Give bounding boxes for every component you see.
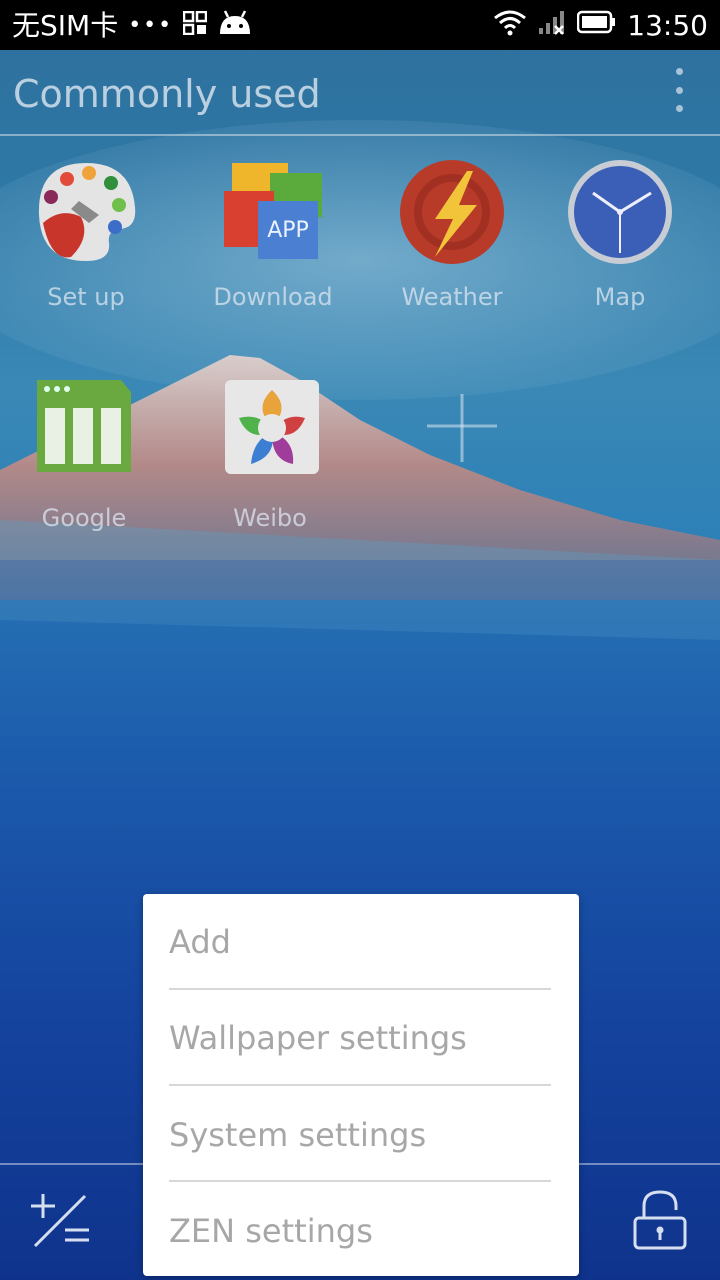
wifi-icon (493, 8, 527, 43)
app-weather[interactable]: Weather (362, 157, 542, 311)
app-store-icon: APP (218, 157, 328, 267)
menu-divider (169, 1180, 551, 1182)
android-icon (217, 8, 253, 43)
menu-item-zen-settings[interactable]: ZEN settings (169, 1183, 551, 1279)
green-grid-icon (29, 378, 139, 488)
battery-icon (577, 9, 617, 42)
app-map[interactable]: Map (530, 157, 710, 311)
menu-item-wallpaper-settings[interactable]: Wallpaper settings (169, 990, 551, 1086)
carrier-label: 无SIM卡 (12, 8, 119, 42)
app-weibo[interactable]: Weibo (180, 378, 360, 532)
clock-icon (565, 157, 675, 267)
unlock-icon[interactable] (632, 1188, 688, 1252)
palette-icon (31, 157, 141, 267)
signal-icon (537, 8, 567, 43)
status-bar: 无SIM卡 ••• 13:50 (0, 0, 720, 50)
app-download[interactable]: APP Download (183, 157, 363, 311)
flower-camera-icon (215, 378, 325, 488)
app-label: Set up (47, 283, 125, 311)
context-menu: Add Wallpaper settings System settings Z… (143, 894, 579, 1276)
clock-time: 13:50 (627, 8, 708, 42)
app-google[interactable]: Google (0, 378, 174, 532)
app-label: Weather (401, 283, 503, 311)
qr-code-icon (182, 9, 208, 42)
app-label: Map (594, 283, 646, 311)
status-left: 无SIM卡 ••• (12, 8, 253, 43)
app-icon-text: APP (267, 218, 309, 243)
header-divider (0, 134, 720, 136)
folder-title[interactable]: Commonly used (13, 72, 321, 116)
menu-divider (169, 1084, 551, 1086)
menu-item-add[interactable]: Add (169, 894, 551, 990)
add-plus-icon (407, 378, 517, 488)
status-right: 13:50 (493, 8, 708, 43)
folder-header: Commonly used (0, 50, 720, 134)
app-setup[interactable]: Set up (0, 157, 176, 311)
app-label: Download (213, 283, 333, 311)
app-label: Google (41, 504, 127, 532)
app-label: Weibo (233, 504, 307, 532)
plus-minus-icon[interactable] (25, 1188, 95, 1252)
notification-dots: ••• (128, 13, 174, 38)
menu-item-system-settings[interactable]: System settings (169, 1087, 551, 1183)
more-vertical-icon[interactable] (664, 68, 694, 112)
add-app-slot[interactable] (372, 378, 552, 504)
lightning-gear-icon (397, 157, 507, 267)
